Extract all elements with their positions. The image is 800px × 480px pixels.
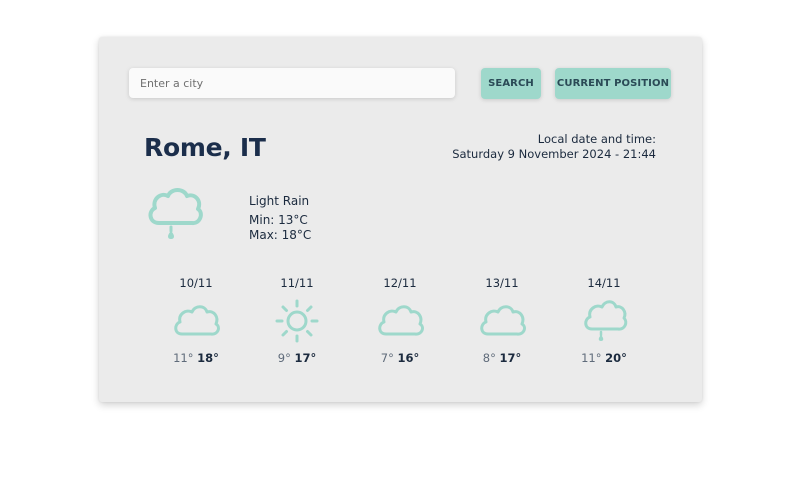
forecast-min: 9° [277, 351, 291, 365]
forecast-day: 10/11 11° 18° [156, 275, 236, 365]
forecast-date: 14/11 [587, 276, 621, 290]
forecast-date: 11/11 [280, 276, 314, 290]
forecast-day: 11/11 9° 17° [257, 275, 337, 365]
current-position-button[interactable]: CURRENT POSITION [555, 68, 671, 99]
local-date-time-label: Local date and time: [537, 132, 656, 146]
forecast-temperatures: 9° 17° [257, 351, 337, 365]
sun-icon [275, 299, 319, 343]
rain-cloud-icon [584, 300, 628, 341]
min-temperature: Min: 13°C [249, 213, 308, 227]
local-date-time: Local date and time: Saturday 9 November… [452, 132, 656, 162]
rain-cloud-icon [145, 183, 205, 245]
forecast-max: 16° [397, 351, 420, 365]
forecast-max: 17° [499, 351, 522, 365]
forecast-list: 10/11 11° 18° 11/11 9° 17° 12/11 7° 16° … [144, 275, 654, 367]
cloud-icon [480, 305, 526, 336]
forecast-date: 12/11 [383, 276, 417, 290]
forecast-max: 17° [294, 351, 317, 365]
forecast-day: 14/11 11° 20° [564, 275, 644, 365]
forecast-min: 8° [482, 351, 496, 365]
forecast-day: 12/11 7° 16° [360, 275, 440, 365]
city-search-input[interactable] [129, 68, 455, 98]
condition-text: Light Rain [249, 194, 310, 208]
cloud-icon [174, 305, 220, 336]
forecast-min: 11° [173, 351, 194, 365]
current-conditions: Light Rain Min: 13°C Max: 18°C [249, 194, 311, 243]
forecast-max: 18° [197, 351, 219, 365]
forecast-date: 10/11 [179, 276, 213, 290]
forecast-max: 20° [605, 351, 627, 365]
weather-card: SEARCH CURRENT POSITION Rome, IT Local d… [99, 37, 702, 402]
cloud-icon [378, 305, 424, 336]
forecast-date: 13/11 [485, 276, 519, 290]
search-button[interactable]: SEARCH [481, 68, 541, 99]
forecast-temperatures: 11° 20° [564, 351, 644, 365]
forecast-temperatures: 8° 17° [462, 351, 542, 365]
forecast-min: 7° [380, 351, 394, 365]
forecast-min: 11° [581, 351, 602, 365]
local-date-time-value: Saturday 9 November 2024 - 21:44 [452, 147, 656, 161]
forecast-temperatures: 7° 16° [360, 351, 440, 365]
city-title: Rome, IT [144, 133, 266, 162]
forecast-temperatures: 11° 18° [156, 351, 236, 365]
forecast-day: 13/11 8° 17° [462, 275, 542, 365]
max-temperature: Max: 18°C [249, 228, 312, 242]
